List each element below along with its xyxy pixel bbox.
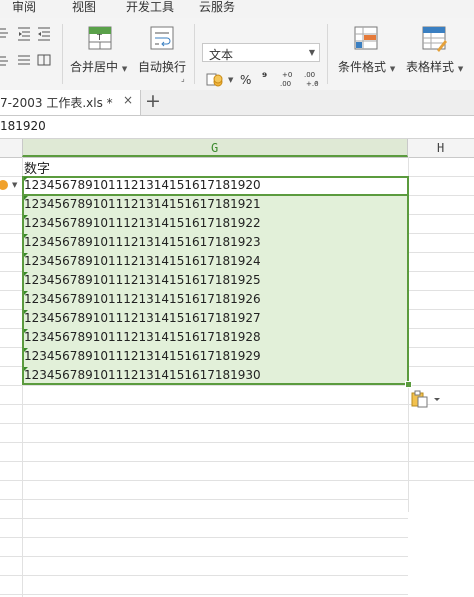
formula-bar-content: 181920 [0, 119, 46, 133]
cell-value[interactable]: 1234567891011121314151617181928 [24, 330, 261, 344]
row-gridline [0, 385, 474, 386]
chevron-down-icon: ▼ [389, 65, 396, 73]
text-number-indicator [24, 310, 28, 314]
new-tab-button[interactable]: + [145, 90, 161, 112]
row-gridline [0, 575, 408, 576]
cell-value[interactable]: 1234567891011121314151617181929 [24, 349, 261, 363]
document-tab[interactable]: 7-2003 工作表.xls * × [0, 90, 141, 115]
clipboard-icon [411, 390, 428, 408]
svg-text:+0: +0 [282, 71, 292, 79]
svg-text:T: T [96, 33, 102, 42]
error-indicator-icon[interactable] [0, 180, 8, 190]
ribbon-separator [62, 24, 63, 84]
ribbon-separator [194, 24, 195, 84]
cond-format-label: 条件格式 [338, 60, 387, 74]
menu-review[interactable]: 审阅 [12, 0, 36, 15]
cell-value[interactable]: 1234567891011121314151617181921 [24, 197, 261, 211]
text-number-indicator [24, 329, 28, 333]
svg-text:.00: .00 [280, 80, 291, 88]
chevron-down-icon[interactable]: ▼ [12, 181, 17, 189]
chevron-down-icon: ▼ [457, 65, 464, 73]
ribbon-separator [327, 24, 328, 84]
row-gridline [0, 423, 474, 424]
wrap-text-icon [150, 26, 174, 50]
text-number-indicator [24, 253, 28, 257]
menu-bar: 审阅 视图 开发工具 云服务 [0, 0, 474, 18]
column-header-row: G H [0, 139, 474, 158]
text-number-indicator [24, 196, 28, 200]
menu-developer-tools[interactable]: 开发工具 [126, 0, 174, 15]
text-number-indicator [24, 367, 28, 371]
cell-value[interactable]: 1234567891011121314151617181930 [24, 368, 261, 382]
row-gridline [0, 461, 474, 462]
auto-wrap-label: 自动换行 [138, 60, 187, 74]
row-gridline [0, 537, 408, 538]
alignment-icons[interactable] [0, 26, 58, 66]
table-style-label: 表格样式 [406, 60, 455, 74]
cell-value[interactable]: 1234567891011121314151617181925 [24, 273, 261, 287]
currency-icon[interactable] [206, 72, 228, 88]
column-header-h[interactable]: H [408, 139, 474, 157]
chevron-down-icon: ▼ [121, 65, 128, 73]
table-style-button[interactable]: 表格样式 ▼ [402, 22, 474, 82]
dialog-launcher-icon[interactable]: ⌟ [181, 74, 185, 83]
table-style-icon [422, 26, 447, 52]
conditional-format-button[interactable]: 条件格式 ▼ [334, 22, 400, 82]
chevron-down-icon: ▼ [308, 48, 315, 57]
text-number-indicator [24, 348, 28, 352]
merge-center-button[interactable]: T 合并居中 ▼ [66, 22, 132, 82]
number-format-value: 文本 [209, 48, 234, 62]
column-letter: H [437, 141, 445, 155]
row-gridline [0, 499, 408, 500]
cell-value[interactable]: 1234567891011121314151617181926 [24, 292, 261, 306]
row-gridline [0, 556, 408, 557]
auto-wrap-button[interactable]: 自动换行 [136, 22, 192, 82]
document-tab-title: 7-2003 工作表.xls * [0, 96, 113, 110]
merge-center-label: 合并居中 [70, 60, 119, 74]
close-icon[interactable]: × [123, 93, 133, 107]
text-number-indicator [24, 177, 28, 181]
merge-center-icon: T [88, 26, 112, 50]
menu-cloud-services[interactable]: 云服务 [199, 0, 235, 15]
ribbon-toolbar: T 合并居中 ▼ 自动换行 ⌟ 文本 ▼ ▼ % ⁹ +0 .00 .00 +.… [0, 18, 474, 91]
cell-value[interactable]: 1234567891011121314151617181922 [24, 216, 261, 230]
cell-value[interactable]: 1234567891011121314151617181923 [24, 235, 261, 249]
row-gridline [0, 518, 408, 519]
cell-value[interactable]: 1234567891011121314151617181924 [24, 254, 261, 268]
text-number-indicator [24, 215, 28, 219]
percent-button[interactable]: % [240, 73, 251, 87]
document-tab-bar: 7-2003 工作表.xls * × + [0, 90, 474, 116]
menu-view[interactable]: 视图 [72, 0, 96, 15]
cell-value[interactable]: 1234567891011121314151617181920 [24, 178, 261, 192]
cell-g1: 数字 [24, 162, 51, 177]
spreadsheet-grid[interactable]: ▼ 数字 1234567891011121314151617181920 1234… [0, 157, 474, 597]
text-number-indicator [24, 291, 28, 295]
formula-bar[interactable]: 181920 [0, 116, 474, 139]
row-gridline [0, 442, 474, 443]
row-gridline [0, 594, 408, 595]
row-gridline [0, 480, 474, 481]
paste-options-button[interactable] [411, 390, 441, 408]
row-gridline [0, 404, 474, 405]
number-format-select[interactable]: 文本 ▼ [202, 43, 320, 62]
column-header-g[interactable]: G [22, 139, 408, 157]
chevron-down-icon [434, 398, 440, 401]
conditional-format-icon [354, 26, 378, 50]
column-letter: G [211, 141, 219, 155]
dialog-launcher-icon[interactable]: ⌟ [314, 76, 318, 85]
fill-handle[interactable] [405, 381, 412, 388]
text-number-indicator [24, 272, 28, 276]
chevron-down-icon[interactable]: ▼ [228, 76, 233, 84]
cell-value[interactable]: 1234567891011121314151617181927 [24, 311, 261, 325]
comma-button[interactable]: ⁹ [262, 70, 267, 84]
text-number-indicator [24, 234, 28, 238]
